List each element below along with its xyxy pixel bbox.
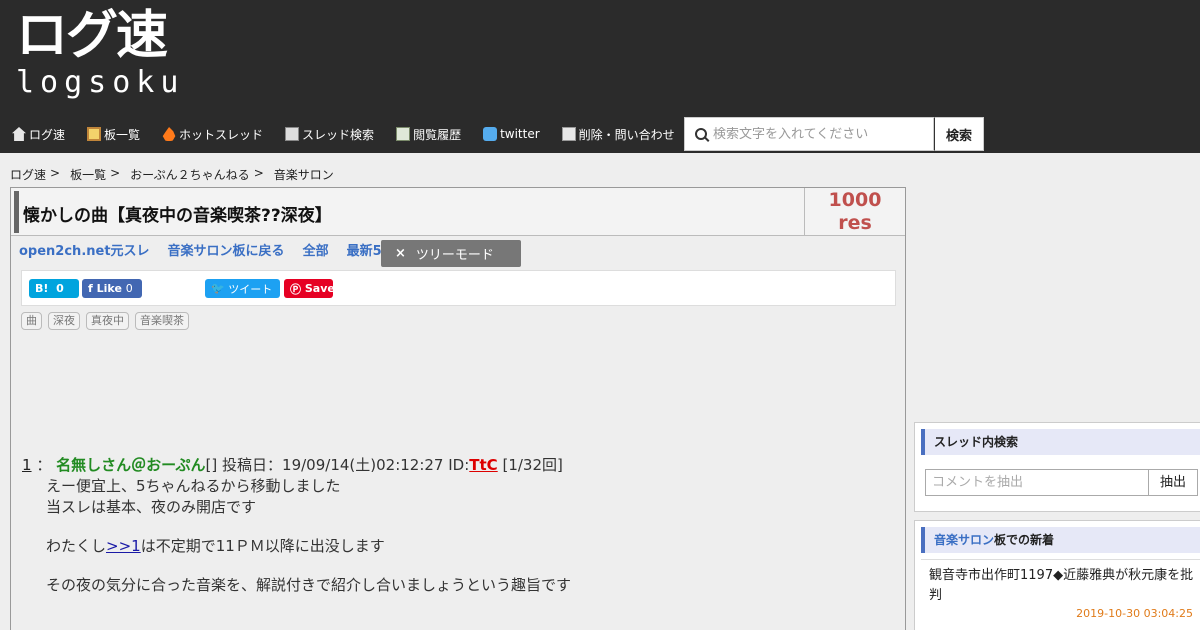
nav-label: 板一覧 <box>104 127 141 142</box>
poster-name: 名無しさん＠おーぷん <box>56 456 206 474</box>
tag-list: 曲 深夜 真夜中 音楽喫茶 <box>21 312 195 330</box>
post-text: わたくし <box>46 537 107 555</box>
twitter-icon <box>483 127 498 141</box>
home-icon <box>12 127 26 141</box>
link-original-thread[interactable]: open2ch.net元スレ <box>19 240 150 259</box>
comment-filter-input[interactable]: コメントを抽出 <box>925 469 1149 496</box>
twitter-bird-icon: 🐦 <box>211 282 225 295</box>
breadcrumb-home[interactable]: ログ速 <box>10 166 46 183</box>
post-line: えー便宜上、5ちゃんねるから移動しました <box>46 477 341 495</box>
thread-panel: 懐かしの曲【真夜中の音楽喫茶??深夜】 1000 res open2ch.net… <box>10 187 906 630</box>
nav-item-twitter[interactable]: twitter <box>471 118 540 150</box>
facebook-like-button[interactable]: f Like 0 <box>82 279 142 298</box>
post-date: 投稿日：19/09/14(土)02:12:27 ID: <box>222 456 470 474</box>
new-title-suffix: 板での新着 <box>994 533 1055 547</box>
title-accent-bar <box>14 191 19 233</box>
history-icon <box>396 127 411 141</box>
search-icon <box>695 128 707 140</box>
nav-label: 削除・問い合わせ <box>578 127 675 142</box>
nav-item-boards[interactable]: 板一覧 <box>75 118 140 150</box>
search-field-wrap <box>684 117 934 151</box>
post-line: その夜の気分に合った音楽を、解説付きで紹介し合いましょうという趣旨です <box>46 576 572 594</box>
nav-label: スレッド検索 <box>302 127 375 142</box>
tree-mode-label: ツリーモード <box>415 248 494 263</box>
post-colon: ： <box>36 456 52 474</box>
nav-label: ホットスレッド <box>179 127 264 142</box>
breadcrumb-sep: > <box>50 166 61 180</box>
site-logo[interactable]: ログ速 logsoku <box>16 10 188 100</box>
hatena-bookmark-button[interactable]: B! 0 <box>29 279 79 298</box>
pin-label: Save <box>304 282 335 295</box>
breadcrumb-board[interactable]: 音楽サロン <box>274 166 334 183</box>
thread-links: open2ch.net元スレ 音楽サロン板に戻る 全部 最新50 <box>19 240 409 259</box>
mail-icon <box>561 127 576 141</box>
sidebar-new-title: 音楽サロン板での新着 <box>921 527 1200 553</box>
site-search: 検索 <box>684 117 984 151</box>
breadcrumb-site[interactable]: おーぷん２ちゃんねる <box>130 166 250 183</box>
breadcrumb-sep: > <box>110 166 121 180</box>
facebook-icon: f <box>88 282 93 295</box>
nav-item-history[interactable]: 閲覧履歴 <box>384 118 461 150</box>
breadcrumb-sep: > <box>253 166 264 180</box>
thread-title-row: 懐かしの曲【真夜中の音楽喫茶??深夜】 1000 res <box>11 188 905 236</box>
link-back-to-board[interactable]: 音楽サロン板に戻る <box>168 240 285 259</box>
tag-item[interactable]: 曲 <box>21 312 42 330</box>
pinterest-save-button[interactable]: Ⓟ Save <box>284 279 335 298</box>
res-label: res <box>838 212 872 234</box>
nav-item-thread-search[interactable]: スレッド検索 <box>273 118 374 150</box>
tweet-label: ツイート <box>228 282 273 296</box>
post-text: は不定期で11ＰＭ以降に出没します <box>140 537 385 555</box>
sidebar-search-title: スレッド内検索 <box>921 429 1200 455</box>
board-link[interactable]: 音楽サロン <box>934 533 994 547</box>
thread-title: 懐かしの曲【真夜中の音楽喫茶??深夜】 <box>23 206 332 226</box>
post-line: 当スレは基本、夜のみ開店です <box>46 498 257 516</box>
fb-like-count: 0 <box>125 282 133 295</box>
nav-item-home[interactable]: ログ速 <box>0 118 65 150</box>
post-anchor-link[interactable]: >>1 <box>106 537 141 555</box>
nav-item-hot-threads[interactable]: ホットスレッド <box>150 118 263 150</box>
res-count: 1000 <box>828 189 882 211</box>
search-button[interactable]: 検索 <box>934 117 984 151</box>
fb-like-label: Like <box>96 282 122 295</box>
tag-item[interactable]: 真夜中 <box>86 312 129 330</box>
new-thread-date: 2019-10-30 03:04:25 <box>1076 607 1193 620</box>
fire-icon <box>162 127 176 141</box>
logo-english: logsoku <box>16 65 185 100</box>
post-number[interactable]: 1 <box>22 456 32 474</box>
nav-label: twitter <box>500 127 540 141</box>
post-count: [1/32回] <box>502 456 563 474</box>
hatena-icon: B! <box>35 282 49 295</box>
filter-button[interactable]: 抽出 <box>1148 469 1198 496</box>
search-doc-icon <box>285 127 300 141</box>
site-header: ログ速 logsoku ログ速 板一覧 ホットスレッド スレッド検索 閲覧履歴 … <box>0 0 1200 153</box>
sidebar-board-new: 音楽サロン板での新着 観音寺市出作町1197◆近藤雅典が秋元康を批判 2019-… <box>914 520 1200 630</box>
post-bracket: [] <box>205 456 218 474</box>
tree-mode-button[interactable]: × ツリーモード <box>381 240 521 267</box>
nav-item-contact[interactable]: 削除・問い合わせ <box>550 118 675 150</box>
hatena-count: 0 <box>56 282 64 295</box>
board-icon <box>87 127 102 141</box>
poster-id[interactable]: TtC <box>469 456 497 474</box>
link-all[interactable]: 全部 <box>303 240 329 259</box>
post-body: えー便宜上、5ちゃんねるから移動しました 当スレは基本、夜のみ開店です わたくし… <box>22 476 882 596</box>
logo-japanese: ログ速 <box>16 6 168 66</box>
pinterest-icon: Ⓟ <box>290 282 301 296</box>
close-icon: × <box>395 246 406 261</box>
tag-item[interactable]: 深夜 <box>48 312 80 330</box>
main-nav: ログ速 板一覧 ホットスレッド スレッド検索 閲覧履歴 twitter 削除・問… <box>0 118 685 150</box>
tag-item[interactable]: 音楽喫茶 <box>135 312 189 330</box>
post-1: 1 ： 名無しさん＠おーぷん[] 投稿日：19/09/14(土)02:12:27… <box>22 455 882 596</box>
post-header: 1 ： 名無しさん＠おーぷん[] 投稿日：19/09/14(土)02:12:27… <box>22 455 882 476</box>
sidebar-thread-search: スレッド内検索 コメントを抽出 抽出 <box>914 422 1200 512</box>
tweet-button[interactable]: 🐦 ツイート <box>205 279 280 298</box>
share-bar: B! 0 f Like 0 🐦 ツイート Ⓟ Save <box>21 270 896 306</box>
res-count-box: 1000 res <box>804 188 905 235</box>
breadcrumb: ログ速 > 板一覧 > おーぷん２ちゃんねる > 音楽サロン <box>10 166 338 183</box>
nav-label: 閲覧履歴 <box>413 127 462 142</box>
post-line: わたくし>>1は不定期で11ＰＭ以降に出没します <box>46 536 882 557</box>
nav-label: ログ速 <box>29 127 66 142</box>
breadcrumb-boards[interactable]: 板一覧 <box>70 166 106 183</box>
search-input[interactable] <box>713 126 923 142</box>
